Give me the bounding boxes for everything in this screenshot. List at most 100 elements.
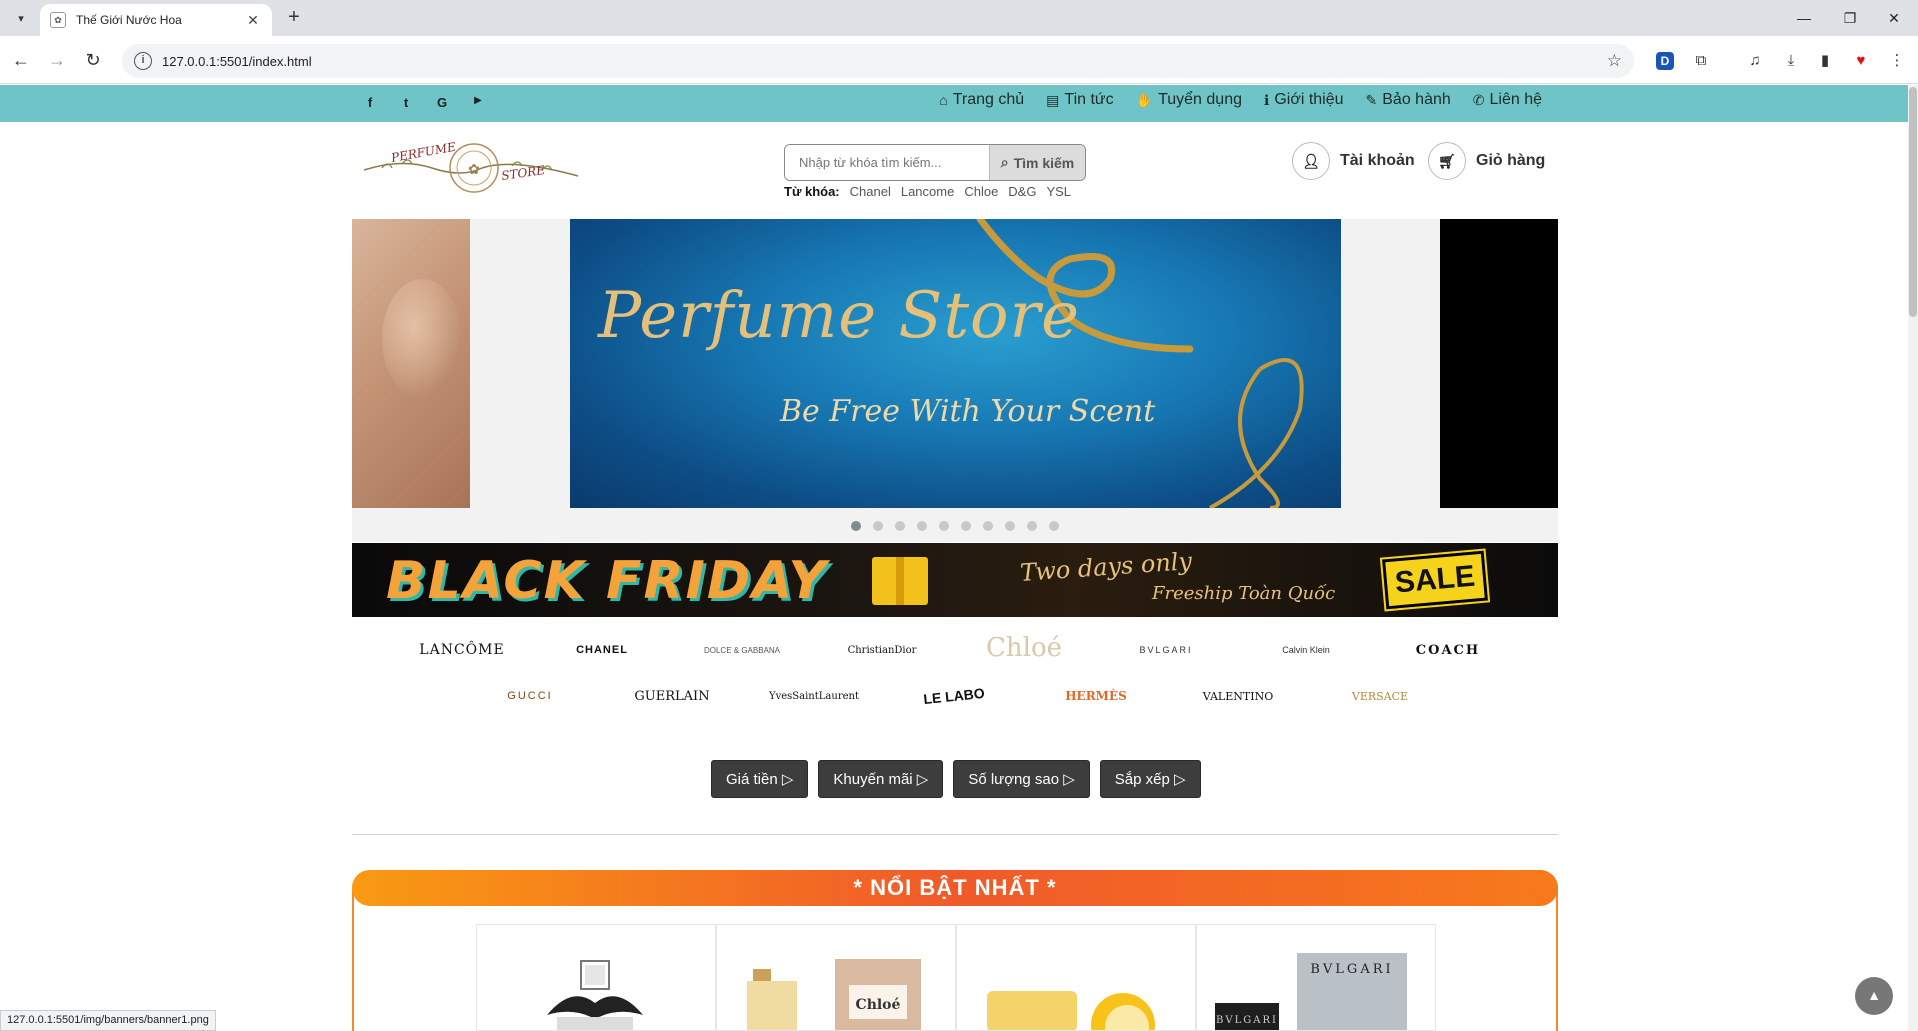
carousel-dot[interactable] [983, 521, 993, 531]
menu-kebab-icon[interactable]: ⋮ [1886, 50, 1908, 72]
tab-search-icon[interactable]: ▾ [10, 7, 32, 29]
site-info-icon[interactable]: i [134, 52, 152, 70]
brand-dior[interactable]: ChristianDior [822, 634, 942, 666]
brand-ysl[interactable]: YvesSaintLaurent [754, 680, 874, 712]
carousel-dot[interactable] [895, 521, 905, 531]
search-input[interactable] [785, 145, 989, 180]
logo-text-left: PERFUME [389, 140, 457, 165]
google-icon[interactable]: G [434, 95, 450, 110]
tab-close-icon[interactable]: ✕ [244, 12, 262, 29]
address-bar[interactable]: i 127.0.0.1:5501/index.html ☆ [122, 44, 1634, 78]
youtube-icon[interactable]: ▶ [470, 95, 486, 106]
nav-label: Tuyển dụng [1158, 91, 1242, 108]
product-card[interactable]: BVLGARI BVLGARI [1196, 924, 1436, 1031]
keyword-link[interactable]: D&G [1008, 184, 1036, 199]
cart-icon: 🛒︎ [1428, 142, 1466, 180]
profile-avatar-icon[interactable]: ♥ [1850, 50, 1872, 72]
search-box: ⌕ Tìm kiếm [784, 144, 1086, 181]
keyword-link[interactable]: YSL [1046, 184, 1071, 199]
browser-tab[interactable]: ✿ Thế Giới Nước Hoa ✕ [40, 4, 272, 36]
account-button[interactable]: 👤︎ Tài khoản [1292, 142, 1415, 180]
download-icon[interactable]: ⤓ [1780, 50, 1802, 72]
filter-promotion-button[interactable]: Khuyến mãi ▷ [818, 760, 944, 798]
carousel-dot[interactable] [851, 521, 861, 531]
user-icon: 👤︎ [1292, 142, 1330, 180]
perfume-bottle-image [547, 960, 643, 1030]
brand-logos: LANCÔME CHANEL DOLCE & GABBANA Christian… [352, 628, 1558, 718]
brand-lancome[interactable]: LANCÔME [402, 634, 522, 666]
scroll-to-top-icon[interactable]: ▲ [1855, 977, 1893, 1015]
filter-price-button[interactable]: Giá tiền ▷ [711, 760, 809, 798]
carousel-dot[interactable] [939, 521, 949, 531]
cart-button[interactable]: 🛒︎ Giỏ hàng [1428, 142, 1545, 180]
filter-stars-button[interactable]: Số lượng sao ▷ [953, 760, 1090, 798]
black-friday-title: BLACK FRIDAY [386, 551, 828, 611]
keywords-label: Từ khóa: [784, 184, 840, 199]
brand-dolce-gabbana[interactable]: DOLCE & GABBANA [682, 634, 802, 666]
restore-button[interactable]: ❐ [1830, 6, 1870, 30]
product-card[interactable]: Chloé [716, 924, 956, 1031]
product-bottle-label: BVLGARI [1216, 1015, 1278, 1026]
nav-about[interactable]: ℹ Giới thiệu [1264, 91, 1344, 109]
carousel-dot[interactable] [1027, 521, 1037, 531]
minimize-button[interactable]: — [1784, 6, 1824, 30]
page-scrollbar[interactable] [1908, 85, 1918, 1031]
keyword-list: Từ khóa: Chanel Lancome Chloe D&G YSL [784, 184, 1071, 199]
current-slide-image[interactable]: Perfume Store Be Free With Your Scent [570, 219, 1341, 508]
brand-gucci[interactable]: GUCCI [470, 680, 590, 712]
brand-valentino[interactable]: VALENTINO [1178, 680, 1298, 712]
nav-home[interactable]: ⌂ Trang chủ [939, 91, 1024, 109]
filter-bar: Giá tiền ▷ Khuyến mãi ▷ Số lượng sao ▷ S… [711, 760, 1201, 798]
product-card[interactable] [476, 924, 716, 1031]
keyword-link[interactable]: Chanel [850, 184, 891, 199]
sort-button[interactable]: Sắp xếp ▷ [1099, 760, 1201, 798]
carousel-dot[interactable] [917, 521, 927, 531]
brand-coach[interactable]: COACH [1388, 634, 1508, 666]
search-button[interactable]: ⌕ Tìm kiếm [989, 145, 1085, 180]
url-text: 127.0.0.1:5501/index.html [162, 53, 312, 69]
top-navigation: ⌂ Trang chủ ▤ Tin tức ✋ Tuyển dụng ℹ Giớ… [939, 91, 1542, 109]
extension-d-icon[interactable]: D [1656, 52, 1674, 70]
carousel-dot[interactable] [873, 521, 883, 531]
brand-guerlain[interactable]: GUERLAIN [612, 680, 732, 712]
keyword-link[interactable]: Chloe [964, 184, 998, 199]
back-icon[interactable]: ← [8, 48, 34, 74]
nav-recruitment[interactable]: ✋ Tuyển dụng [1136, 91, 1242, 109]
new-tab-button[interactable]: + [282, 6, 306, 30]
reload-icon[interactable]: ↻ [80, 48, 106, 74]
close-window-button[interactable]: ✕ [1874, 6, 1914, 30]
banner-carousel[interactable]: Perfume Store Be Free With Your Scent [352, 219, 1558, 542]
forward-icon[interactable]: → [44, 48, 70, 74]
brand-versace[interactable]: VERSACE [1320, 680, 1440, 712]
side-panel-icon[interactable]: ▮ [1814, 50, 1836, 72]
bvlgari-bottle-image: BVLGARI BVLGARI [1215, 953, 1407, 1030]
brand-calvin-klein[interactable]: Calvin Klein [1246, 634, 1366, 666]
prev-slide-image[interactable] [352, 219, 470, 508]
nav-label: Liên hệ [1489, 91, 1543, 108]
brand-le-labo[interactable]: LE LABO [893, 674, 1016, 718]
carousel-dot[interactable] [961, 521, 971, 531]
nav-news[interactable]: ▤ Tin tức [1046, 91, 1113, 109]
media-control-icon[interactable]: ♫ [1744, 50, 1766, 72]
black-friday-banner[interactable]: BLACK FRIDAY Two days only Freeship Toàn… [352, 543, 1558, 617]
brand-chloe[interactable]: Chloé [964, 632, 1084, 664]
perfume-store-logo[interactable]: ✿ PERFUME STORE [362, 138, 580, 198]
nav-warranty[interactable]: ✎ Bảo hành [1366, 91, 1451, 109]
nav-contact[interactable]: ✆ Liên hệ [1473, 91, 1542, 109]
bookmark-star-icon[interactable]: ☆ [1607, 51, 1622, 71]
keyword-link[interactable]: Lancome [901, 184, 954, 199]
browser-tabstrip: ▾ ✿ Thế Giới Nước Hoa ✕ + — ❐ ✕ [0, 0, 1918, 36]
product-card[interactable] [956, 924, 1196, 1031]
brand-hermes[interactable]: HERMÈS [1036, 680, 1156, 712]
carousel-dot[interactable] [1049, 521, 1059, 531]
twitter-icon[interactable]: t [398, 95, 414, 110]
carousel-dot[interactable] [1005, 521, 1015, 531]
facebook-icon[interactable]: f [362, 95, 378, 110]
brand-bvlgari[interactable]: BVLGARI [1106, 634, 1226, 666]
next-slide-image[interactable] [1440, 219, 1558, 508]
phone-icon: ✆ [1472, 91, 1485, 108]
brand-chanel[interactable]: CHANEL [542, 634, 662, 666]
site-topbar: f t G ▶ ⌂ Trang chủ ▤ Tin tức ✋ Tuyển dụ… [0, 85, 1908, 122]
scrollbar-thumb[interactable] [1909, 87, 1917, 317]
extensions-puzzle-icon[interactable]: ⧉ [1690, 50, 1712, 72]
